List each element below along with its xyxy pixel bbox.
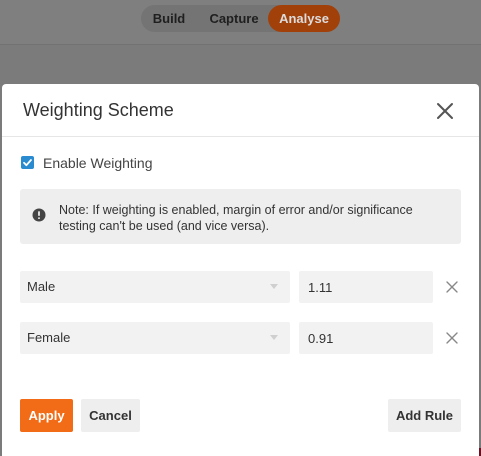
dialog-header: Weighting Scheme [2,84,479,137]
apply-button[interactable]: Apply [20,399,73,432]
app-top-bar: Build Capture Analyse [0,0,481,45]
tab-capture[interactable]: Capture [201,5,267,32]
weight-input[interactable] [299,271,433,303]
group-select-value: Female [27,330,71,345]
weighting-notice: Note: If weighting is enabled, margin of… [20,189,461,244]
weight-input[interactable] [299,322,433,354]
exclamation-circle-icon [32,208,46,222]
remove-rule-button[interactable] [445,331,459,345]
group-select-value: Male [27,279,56,294]
group-select[interactable]: Male [20,271,290,303]
notice-text: Note: If weighting is enabled, margin of… [59,203,413,233]
view-switcher: Build Capture Analyse [141,5,340,32]
dialog-title: Weighting Scheme [23,100,174,120]
weighting-scheme-dialog: Weighting Scheme Enable Weighting Note: … [2,84,479,456]
remove-rule-button[interactable] [445,280,459,294]
close-button[interactable] [432,98,458,124]
weight-rule-row: Male [20,271,465,303]
check-icon [23,159,32,167]
caret-down-icon [270,335,278,340]
group-select[interactable]: Female [20,322,290,354]
weight-rule-row: Female [20,322,465,354]
cancel-button[interactable]: Cancel [81,399,140,432]
caret-down-icon [270,284,278,289]
enable-weighting-checkbox[interactable] [21,156,34,169]
tab-analyse[interactable]: Analyse [268,5,340,32]
remove-rule-icon [446,332,458,344]
add-rule-button[interactable]: Add Rule [388,399,461,432]
enable-weighting-label[interactable]: Enable Weighting [43,155,152,171]
close-icon [437,103,453,119]
remove-rule-icon [446,281,458,293]
tab-build[interactable]: Build [141,5,197,32]
